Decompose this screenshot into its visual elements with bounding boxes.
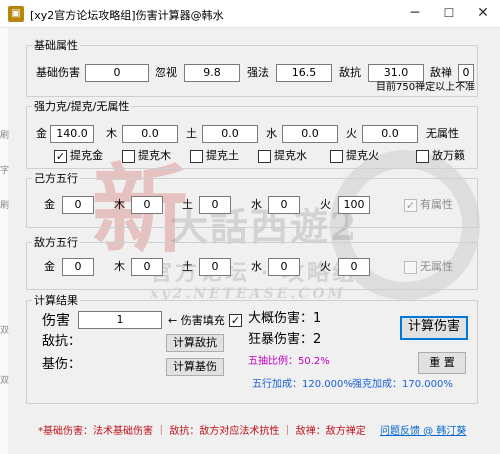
- check-fire-label: 提克火: [346, 149, 379, 162]
- strong-metal-input[interactable]: 140.0: [50, 125, 94, 143]
- close-button[interactable]: ✕: [466, 0, 500, 28]
- calc-damage-button[interactable]: 计算伤害: [400, 316, 468, 340]
- enemy-no-attr-label: 无属性: [420, 260, 453, 273]
- resist-result-label: 敌抗：: [42, 334, 82, 349]
- background-char: 双: [0, 326, 10, 336]
- self-earth-input[interactable]: 0: [199, 196, 231, 214]
- enemy-wood-input[interactable]: 0: [131, 258, 163, 276]
- enemy-wood-label: 木: [114, 260, 125, 273]
- check-water[interactable]: [258, 150, 271, 163]
- self-earth-label: 土: [182, 198, 193, 211]
- check-earth[interactable]: [190, 150, 203, 163]
- feedback-link[interactable]: 问题反馈 @ 韩汀葵: [380, 424, 466, 440]
- enemy-no-attr-check[interactable]: [404, 261, 417, 274]
- reset-button[interactable]: 重 置: [418, 352, 466, 374]
- approx-damage-text: 大概伤害：1: [248, 311, 322, 326]
- self-fire-label: 火: [320, 198, 331, 211]
- resist-label: 敌抗: [339, 66, 361, 79]
- base-result-label: 基伤：: [42, 357, 82, 372]
- strong-water-label: 水: [266, 127, 277, 140]
- base-damage-input[interactable]: 0: [85, 64, 149, 82]
- strong-metal-label: 金: [36, 127, 47, 140]
- damage-label: 伤害: [42, 313, 70, 329]
- strong-group-label: 强力克/提克/无属性: [32, 100, 132, 113]
- window-title: [xy2官方论坛攻略组]伤害计算器@韩水: [30, 9, 224, 22]
- strong-fire-input[interactable]: 0.0: [362, 125, 418, 143]
- strong-fire-label: 火: [346, 127, 357, 140]
- check-wanlai-label: 放万籁: [432, 149, 465, 162]
- strong-earth-label: 土: [186, 127, 197, 140]
- background-char: 刷: [0, 201, 10, 211]
- enemy-ban-input[interactable]: 0: [458, 64, 474, 82]
- note-text: 目前750禅定以上不准: [376, 82, 476, 93]
- crit-damage-text: 狂暴伤害：2: [248, 332, 322, 347]
- self-wood-label: 木: [114, 198, 125, 211]
- check-wood-label: 提克木: [138, 149, 171, 162]
- enemy-metal-label: 金: [44, 260, 55, 273]
- check-earth-label: 提克土: [206, 149, 239, 162]
- five-ratio-text: 五抽比例：50.2%: [248, 356, 330, 367]
- background-char: 字: [0, 166, 10, 176]
- enemy-five-label: 敌方五行: [32, 236, 80, 249]
- maximize-button[interactable]: ☐: [432, 0, 466, 28]
- check-water-label: 提克水: [274, 149, 307, 162]
- enemy-earth-input[interactable]: 0: [199, 258, 231, 276]
- check-wood[interactable]: [122, 150, 135, 163]
- self-wood-input[interactable]: 0: [131, 196, 163, 214]
- damage-fill-check[interactable]: ✓: [229, 314, 242, 327]
- self-has-attr-label: 有属性: [420, 198, 453, 211]
- five-bonus-text: 五行加成：120.000%: [252, 379, 353, 390]
- resist-input[interactable]: 31.0: [368, 64, 424, 82]
- enemy-metal-input[interactable]: 0: [62, 258, 94, 276]
- strong-bonus-text: 强克加成：170.000%: [352, 379, 453, 390]
- damage-fill-hint: ← 伤害填充: [168, 314, 225, 327]
- background-char: 双: [0, 376, 10, 386]
- self-five-label: 己方五行: [32, 172, 80, 185]
- minimize-button[interactable]: ─: [398, 0, 432, 28]
- check-wanlai[interactable]: [416, 150, 429, 163]
- enemy-water-input[interactable]: 0: [268, 258, 300, 276]
- result-group-label: 计算结果: [32, 294, 80, 307]
- enemy-fire-input[interactable]: 0: [338, 258, 370, 276]
- ignore-input[interactable]: 9.8: [184, 64, 240, 82]
- background-char: 刷: [0, 131, 10, 141]
- strengthen-input[interactable]: 16.5: [276, 64, 332, 82]
- footer-legend: *基础伤害：法术基础伤害 ｜ 敌抗：敌方对应法术抗性 ｜ 敌禅：敌方禅定: [38, 426, 366, 437]
- self-has-attr-check[interactable]: ✓: [404, 199, 417, 212]
- self-metal-input[interactable]: 0: [62, 196, 94, 214]
- strong-wood-label: 木: [106, 127, 117, 140]
- enemy-ban-label: 敌禅: [430, 66, 452, 79]
- self-metal-label: 金: [44, 198, 55, 211]
- ignore-label: 忽视: [155, 66, 177, 79]
- check-metal[interactable]: ✓: [54, 150, 67, 163]
- self-fire-input[interactable]: 100: [338, 196, 370, 214]
- title-bar: ▣ [xy2官方论坛攻略组]伤害计算器@韩水 ─ ☐ ✕: [0, 0, 500, 28]
- self-water-label: 水: [251, 198, 262, 211]
- strong-wood-input[interactable]: 0.0: [122, 125, 178, 143]
- check-metal-label: 提克金: [70, 149, 103, 162]
- app-icon: ▣: [8, 6, 24, 22]
- strong-earth-input[interactable]: 0.0: [202, 125, 258, 143]
- enemy-fire-label: 火: [320, 260, 331, 273]
- base-damage-label: 基础伤害: [36, 66, 80, 79]
- check-fire[interactable]: [330, 150, 343, 163]
- enemy-earth-label: 土: [182, 260, 193, 273]
- strong-none-label: 无属性: [426, 127, 459, 140]
- calc-base-button[interactable]: 计算基伤: [166, 358, 224, 376]
- background-window-strip: 刷 字 刷 双 双: [0, 28, 10, 454]
- enemy-water-label: 水: [251, 260, 262, 273]
- strong-water-input[interactable]: 0.0: [282, 125, 338, 143]
- strengthen-label: 强法: [247, 66, 269, 79]
- damage-input[interactable]: 1: [78, 311, 162, 329]
- basic-group-label: 基础属性: [32, 39, 80, 52]
- calc-resist-button[interactable]: 计算敌抗: [166, 334, 224, 352]
- self-water-input[interactable]: 0: [268, 196, 300, 214]
